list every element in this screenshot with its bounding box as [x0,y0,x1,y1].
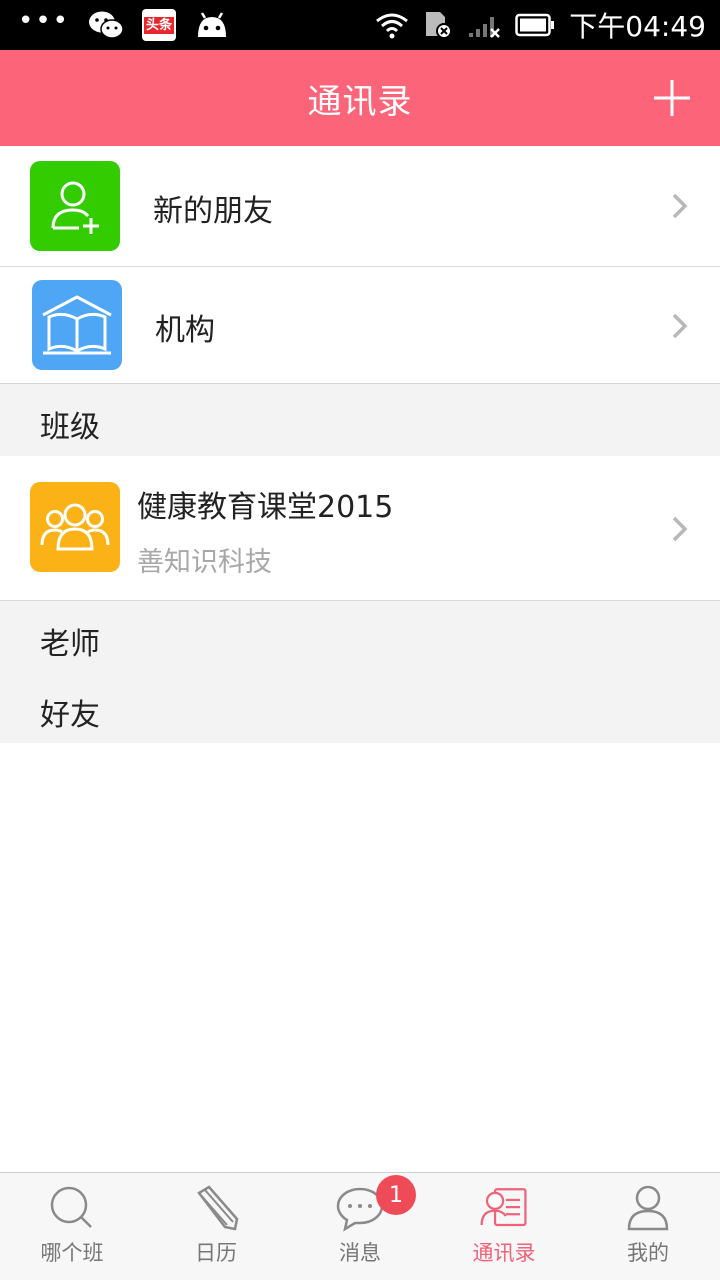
chevron-right-icon [672,516,688,542]
add-icon[interactable] [650,76,694,120]
new-friends-label: 新的朋友 [153,194,273,229]
page-title: 通讯录 [307,81,413,122]
chevron-right-icon [672,193,688,219]
tab-label: 日历 [195,1241,237,1265]
new-friends-row[interactable]: 新的朋友 [0,146,720,267]
pencil-icon [197,1185,239,1231]
chevron-right-icon [672,313,688,339]
book-house-icon [32,280,122,370]
more-notifications-icon: ••• [18,6,71,36]
contacts-groups: 老师 好友 [0,601,720,743]
tab-me[interactable]: 我的 [576,1173,720,1280]
signal-icon [469,17,501,38]
contacts-icon [480,1188,527,1227]
wechat-icon [89,11,124,39]
tab-label: 消息 [339,1241,381,1265]
class-subtitle: 善知识科技 [137,547,272,578]
class-item-row[interactable]: 健康教育课堂2015 善知识科技 [0,456,720,601]
app-header: 通讯录 [0,50,720,146]
android-icon [198,12,227,37]
organization-label: 机构 [155,313,215,348]
contacts-screen: ••• 头条 下午04:49 通讯录 新的朋友 机构 班级 健康教育课堂2015… [0,0,720,1280]
battery-icon [515,13,555,37]
tab-label: 我的 [627,1241,669,1265]
class-title: 健康教育课堂2015 [137,490,394,525]
search-icon [50,1186,92,1228]
sim-card-icon [426,12,453,39]
status-system: 下午04:49 [361,0,706,50]
person-icon [627,1185,669,1231]
status-notifications: ••• 头条 [18,0,248,50]
toutiao-app-icon: 头条 [142,9,177,41]
tab-which-class[interactable]: 哪个班 [0,1173,144,1280]
bottom-tab-bar: 哪个班 日历 消息 1 通讯录 我的 [0,1172,720,1280]
class-section-header: 班级 [0,384,720,456]
class-section-label: 班级 [40,410,100,445]
tab-label: 通讯录 [472,1241,536,1265]
add-person-icon [30,161,120,251]
teacher-section-label[interactable]: 老师 [40,619,100,663]
wifi-icon [376,13,409,39]
status-bar: ••• 头条 下午04:49 [0,0,720,50]
toutiao-label: 头条 [144,16,175,34]
group-icon [30,482,120,572]
organization-row[interactable]: 机构 [0,267,720,384]
friends-section-label[interactable]: 好友 [40,690,100,734]
tab-messages[interactable]: 消息 1 [288,1173,432,1280]
unread-badge: 1 [376,1175,416,1215]
tab-label: 哪个班 [40,1241,104,1265]
status-time: 下午04:49 [569,10,706,43]
tab-calendar[interactable]: 日历 [144,1173,288,1280]
tab-contacts[interactable]: 通讯录 [432,1173,576,1280]
